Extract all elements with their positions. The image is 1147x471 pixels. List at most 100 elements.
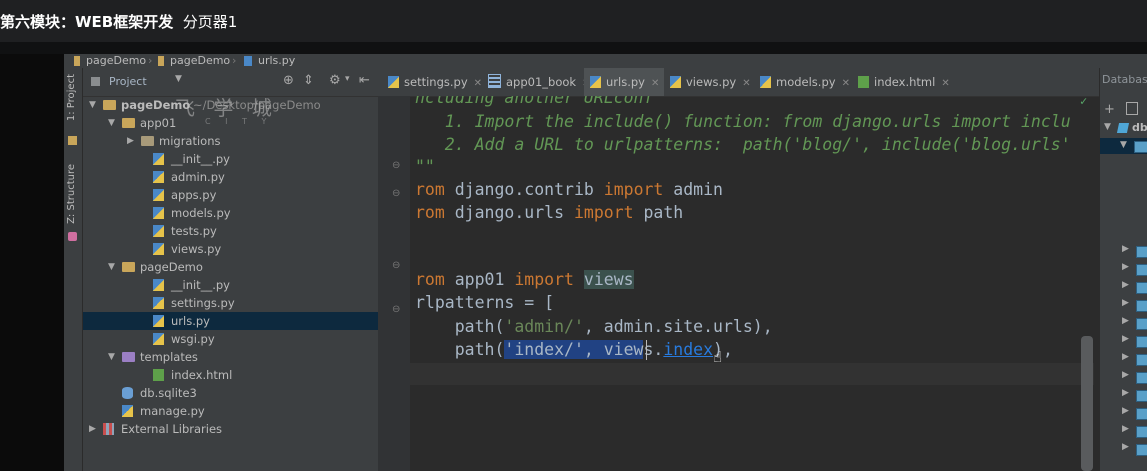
close-icon[interactable]: ✕ <box>742 78 750 89</box>
tree-arrow-icon[interactable]: ▼ <box>1104 122 1111 132</box>
table-icon <box>1136 408 1147 420</box>
structure-tool-tab[interactable]: Z: Structure <box>66 164 77 224</box>
python-file-icon <box>153 189 164 201</box>
inspection-ok-icon[interactable]: ✓ <box>1080 96 1087 108</box>
chevron-down-icon[interactable]: ▼ <box>108 348 115 366</box>
fold-icon[interactable]: ⊖ <box>392 260 400 271</box>
chevron-right-icon[interactable]: ▶ <box>1122 442 1129 452</box>
schema-icon <box>1134 141 1147 153</box>
tree-item-db-sqlite3[interactable]: db.sqlite3 <box>83 384 378 402</box>
tree-item-models-py[interactable]: models.py <box>83 204 378 222</box>
editor-tabs: settings.py✕app01_book✕urls.py✕views.py✕… <box>378 68 1099 97</box>
tree-item-pagedemo[interactable]: ▼ pageDemo <box>83 258 378 276</box>
database-root-label[interactable]: db <box>1132 121 1147 134</box>
db-table-row[interactable]: ▶ <box>1122 424 1147 438</box>
close-icon[interactable]: ✕ <box>941 78 949 89</box>
db-table-row[interactable]: ▶ <box>1122 262 1147 276</box>
tree-item-init-py[interactable]: __init__.py <box>83 150 378 168</box>
tree-item-settings-py[interactable]: settings.py <box>83 294 378 312</box>
db-table-row[interactable]: ▶ <box>1122 388 1147 402</box>
table-icon <box>1136 264 1147 276</box>
editor-tab-models-py[interactable]: models.py ✕ <box>754 68 852 96</box>
db-table-row[interactable]: ▶ <box>1122 442 1147 456</box>
nav-crumb-package[interactable]: pageDemo <box>170 54 230 67</box>
tree-item-init-py[interactable]: __init__.py <box>83 276 378 294</box>
gear-icon[interactable]: ⚙ <box>329 73 341 88</box>
tree-item-urls-py[interactable]: urls.py <box>83 312 378 330</box>
nav-crumb-project[interactable]: pageDemo <box>86 54 146 67</box>
chevron-right-icon[interactable]: ▶ <box>1122 280 1129 290</box>
nav-crumb-file[interactable]: urls.py <box>258 54 295 67</box>
fold-icon[interactable]: ⊖ <box>392 188 400 199</box>
editor-tab-index-html[interactable]: index.html ✕ <box>852 68 950 96</box>
editor-tab-views-py[interactable]: views.py ✕ <box>664 68 754 96</box>
chevron-right-icon[interactable]: ▶ <box>1122 424 1129 434</box>
collapse-all-icon[interactable]: ⇕ <box>303 73 314 88</box>
tree-item-templates[interactable]: ▼ templates <box>83 348 378 366</box>
reference-link[interactable]: index <box>663 340 713 359</box>
fold-icon[interactable]: ⊖ <box>392 304 400 315</box>
tree-item-migrations[interactable]: ▶ migrations <box>83 132 378 150</box>
chevron-right-icon[interactable]: ▶ <box>1122 406 1129 416</box>
add-icon[interactable]: + <box>1104 102 1115 117</box>
tree-item-apps-py[interactable]: apps.py <box>83 186 378 204</box>
schema-row-selected[interactable]: ▼ <box>1100 138 1147 154</box>
chevron-right-icon[interactable]: ▶ <box>89 420 96 438</box>
project-view-dropdown[interactable]: Project <box>109 75 147 88</box>
tree-item-admin-py[interactable]: admin.py <box>83 168 378 186</box>
chevron-right-icon[interactable]: ▶ <box>1122 298 1129 308</box>
db-table-row[interactable]: ▶ <box>1122 334 1147 348</box>
left-tool-strip: 1: Project Z: Structure <box>64 68 83 471</box>
tree-item-tests-py[interactable]: tests.py <box>83 222 378 240</box>
chevron-right-icon[interactable]: ▶ <box>1122 262 1129 272</box>
editor-tab-urls-py[interactable]: urls.py ✕ <box>584 68 664 96</box>
keyword: import <box>514 270 574 289</box>
chevron-right-icon[interactable]: ▶ <box>1122 316 1129 326</box>
code-editor[interactable]: ncluding another URLconf 1. Import the i… <box>415 96 1099 471</box>
gear-dropdown-icon[interactable]: ▾ <box>345 74 350 84</box>
call: path( <box>415 340 505 359</box>
database-panel-title[interactable]: Database <box>1102 73 1147 86</box>
chevron-down-icon[interactable]: ▼ <box>108 114 115 132</box>
tree-item-label: manage.py <box>140 404 205 418</box>
hide-panel-icon[interactable]: ⇤ <box>359 73 370 88</box>
tree-item-index-html[interactable]: index.html <box>83 366 378 384</box>
editor-scrollbar[interactable] <box>1081 336 1093 471</box>
chevron-right-icon[interactable]: ▶ <box>127 132 134 150</box>
text-cursor <box>646 340 647 360</box>
db-table-row[interactable]: ▶ <box>1122 280 1147 294</box>
close-icon[interactable]: ✕ <box>842 78 850 89</box>
chevron-down-icon[interactable]: ▼ <box>108 258 115 276</box>
nav-folder-icon <box>74 56 80 66</box>
chevron-right-icon[interactable]: ▶ <box>1122 370 1129 380</box>
tree-item-wsgi-py[interactable]: wsgi.py <box>83 330 378 348</box>
chevron-right-icon[interactable]: ▶ <box>1122 334 1129 344</box>
db-table-row[interactable]: ▶ <box>1122 406 1147 420</box>
db-table-row[interactable]: ▶ <box>1122 352 1147 366</box>
close-icon[interactable]: ✕ <box>474 78 482 89</box>
tree-item-manage-py[interactable]: manage.py <box>83 402 378 420</box>
tree-item-external-libraries[interactable]: ▶ External Libraries <box>83 420 378 438</box>
html-file-icon <box>858 76 869 88</box>
database-file-icon <box>122 387 133 399</box>
chevron-right-icon[interactable]: ▶ <box>1122 352 1129 362</box>
editor-tab-app01-book[interactable]: app01_book✕ <box>482 68 590 96</box>
chevron-right-icon[interactable]: ▶ <box>1122 388 1129 398</box>
scroll-from-source-icon[interactable]: ⊕ <box>283 73 294 88</box>
comment-text: 1. Import the include() function: from d… <box>415 112 1071 131</box>
chevron-right-icon[interactable]: ▶ <box>1122 244 1129 254</box>
project-tool-tab[interactable]: 1: Project <box>66 74 77 121</box>
chevron-down-icon[interactable]: ▼ <box>175 74 182 84</box>
db-table-row[interactable]: ▶ <box>1122 244 1147 258</box>
fold-icon[interactable]: ⊖ <box>392 160 400 171</box>
db-table-row[interactable]: ▶ <box>1122 298 1147 312</box>
db-table-row[interactable]: ▶ <box>1122 370 1147 384</box>
db-table-row[interactable]: ▶ <box>1122 316 1147 330</box>
tree-item-views-py[interactable]: views.py <box>83 240 378 258</box>
editor-tab-settings-py[interactable]: settings.py ✕ <box>382 68 482 96</box>
tab-label: index.html <box>874 75 936 89</box>
copy-icon[interactable] <box>1126 102 1138 115</box>
code-line: 1. Import the include() function: from d… <box>415 111 1071 133</box>
close-icon[interactable]: ✕ <box>651 78 659 89</box>
chevron-down-icon[interactable]: ▼ <box>89 96 96 114</box>
